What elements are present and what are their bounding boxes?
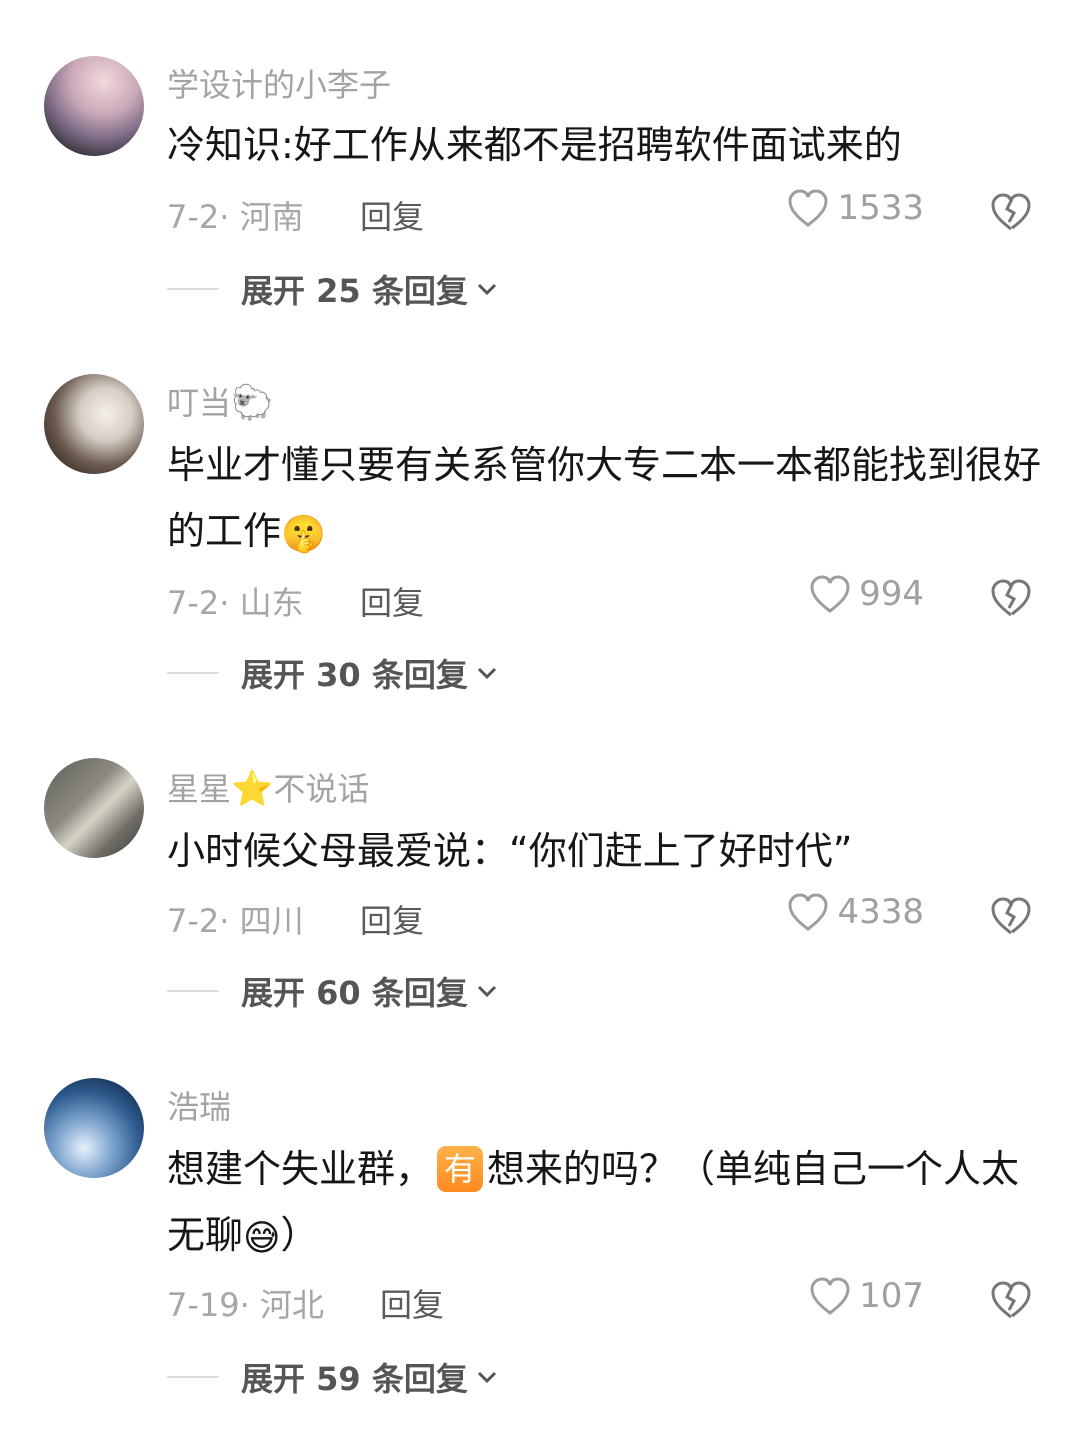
comment-text-part: 想建个失业群， — [167, 1147, 434, 1191]
comment-text: 小时候父母最爱说：“你们赶上了好时代” — [167, 829, 853, 873]
shush-emoji-icon: 🤫 — [281, 514, 326, 555]
username-text: 不说话 — [273, 770, 370, 808]
like-count: 1533 — [837, 188, 924, 228]
grin-sweat-emoji-icon: 😅 — [243, 1218, 281, 1259]
divider — [167, 672, 219, 674]
star-icon: ⭐ — [231, 769, 274, 809]
expand-replies[interactable]: 展开 30 条回复 — [167, 650, 498, 696]
expand-replies[interactable]: 展开 60 条回复 — [167, 968, 498, 1014]
username-text: 叮当 — [167, 384, 232, 422]
comment-username[interactable]: 浩瑞 — [167, 1082, 231, 1128]
expand-replies-label: 展开 25 条回复 — [241, 272, 468, 310]
like-count: 4338 — [837, 892, 924, 932]
avatar[interactable] — [44, 56, 144, 156]
heart-outline-icon — [810, 1277, 850, 1315]
like-button[interactable]: 107 — [809, 1276, 924, 1316]
reply-button[interactable]: 回复 — [380, 1280, 444, 1326]
comment-text: 冷知识:好工作从来都不是招聘软件面试来的 — [167, 123, 902, 167]
username-text: 星星 — [167, 770, 232, 808]
comment-username[interactable]: 叮当🐑 — [167, 378, 273, 424]
expand-replies-label: 展开 30 条回复 — [241, 656, 468, 694]
like-count: 107 — [859, 1276, 924, 1316]
broken-heart-icon[interactable] — [990, 1280, 1032, 1320]
chevron-down-icon — [477, 1371, 496, 1384]
avatar[interactable] — [44, 758, 144, 858]
like-button[interactable]: 994 — [809, 574, 924, 614]
comment-username[interactable]: 学设计的小李子 — [167, 60, 391, 106]
broken-heart-icon[interactable] — [990, 896, 1032, 936]
divider — [167, 288, 219, 290]
like-count: 994 — [859, 574, 924, 614]
expand-replies-label: 展开 59 条回复 — [241, 1360, 468, 1398]
comment-text: 想建个失业群，有想来的吗？（单纯自己一个人太无聊😅） — [167, 1136, 1047, 1272]
comment-meta: 7-19· 河北 — [167, 1286, 324, 1324]
comment-meta: 7-2· 山东 — [167, 584, 304, 622]
divider — [167, 990, 219, 992]
sheep-icon: 🐑 — [231, 383, 274, 423]
heart-outline-icon — [810, 575, 850, 613]
heart-outline-icon — [788, 189, 828, 227]
heart-outline-icon — [788, 893, 828, 931]
avatar[interactable] — [44, 374, 144, 474]
broken-heart-icon[interactable] — [990, 192, 1032, 232]
comment-meta: 7-2· 四川 — [167, 902, 304, 940]
expand-replies[interactable]: 展开 25 条回复 — [167, 266, 498, 312]
expand-replies[interactable]: 展开 59 条回复 — [167, 1354, 498, 1400]
reply-button[interactable]: 回复 — [360, 578, 424, 624]
chevron-down-icon — [477, 667, 496, 680]
you-badge-icon: 有 — [437, 1146, 484, 1192]
chevron-down-icon — [477, 283, 496, 296]
avatar[interactable] — [44, 1078, 144, 1178]
comment-text-part: ） — [280, 1213, 319, 1257]
chevron-down-icon — [477, 985, 496, 998]
reply-button[interactable]: 回复 — [360, 192, 424, 238]
comment-username[interactable]: 星星⭐不说话 — [167, 764, 369, 810]
comment-text: 毕业才懂只要有关系管你大专二本一本都能找到很好的工作🤫 — [167, 432, 1047, 568]
like-button[interactable]: 1533 — [787, 188, 924, 228]
divider — [167, 1376, 219, 1378]
like-button[interactable]: 4338 — [787, 892, 924, 932]
comment-meta: 7-2· 河南 — [167, 198, 304, 236]
broken-heart-icon[interactable] — [990, 578, 1032, 618]
expand-replies-label: 展开 60 条回复 — [241, 974, 468, 1012]
reply-button[interactable]: 回复 — [360, 896, 424, 942]
